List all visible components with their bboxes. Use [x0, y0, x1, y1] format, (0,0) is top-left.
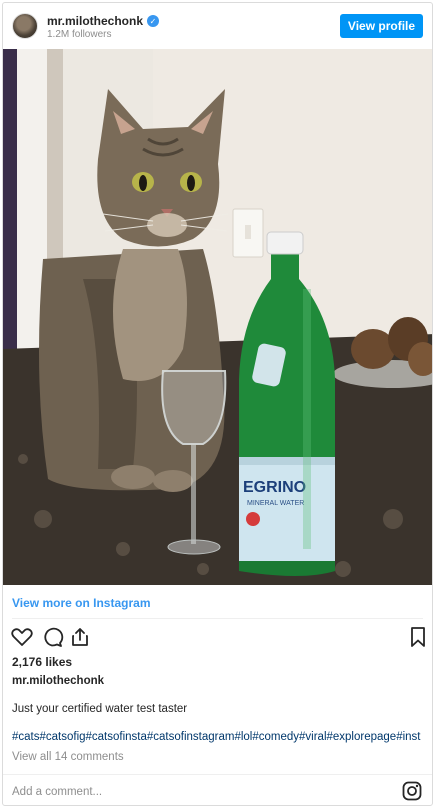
share-icon[interactable] [68, 625, 92, 649]
action-bar [10, 625, 425, 651]
comment-icon[interactable] [40, 625, 64, 649]
comment-bar [3, 774, 432, 805]
post-header: mr.milothechonk ✓ 1.2M followers View pr… [3, 3, 432, 49]
caption-username[interactable]: mr.milothechonk [12, 675, 104, 687]
followers-count: 1.2M followers [47, 29, 112, 40]
comment-input[interactable] [12, 783, 382, 801]
caption-text: Just your certified water test taster [12, 703, 188, 715]
bottle-brand-text: EGRINO [243, 479, 306, 496]
cat-photo-illustration: EGRINO MINERAL WATER [3, 49, 432, 585]
bottle-sub-text: MINERAL WATER [247, 500, 304, 507]
divider [12, 618, 423, 619]
verified-badge-icon: ✓ [147, 15, 160, 27]
avatar[interactable] [12, 13, 38, 39]
username[interactable]: mr.milothechonk [47, 14, 143, 28]
instagram-embed: mr.milothechonk ✓ 1.2M followers View pr… [2, 2, 433, 806]
username-row[interactable]: mr.milothechonk ✓ [47, 14, 160, 28]
hashtags[interactable]: #cats#catsofig#catsofinsta#catsofinstagr… [12, 731, 432, 743]
likes-count[interactable]: 2,176 likes [12, 655, 72, 669]
view-profile-button[interactable]: View profile [340, 14, 423, 38]
heart-icon[interactable] [10, 625, 34, 649]
bookmark-icon[interactable] [406, 625, 430, 649]
view-all-comments-link[interactable]: View all 14 comments [12, 751, 124, 763]
instagram-logo-icon[interactable] [402, 781, 422, 801]
view-more-link[interactable]: View more on Instagram [12, 596, 151, 610]
post-photo[interactable]: EGRINO MINERAL WATER [3, 49, 432, 585]
